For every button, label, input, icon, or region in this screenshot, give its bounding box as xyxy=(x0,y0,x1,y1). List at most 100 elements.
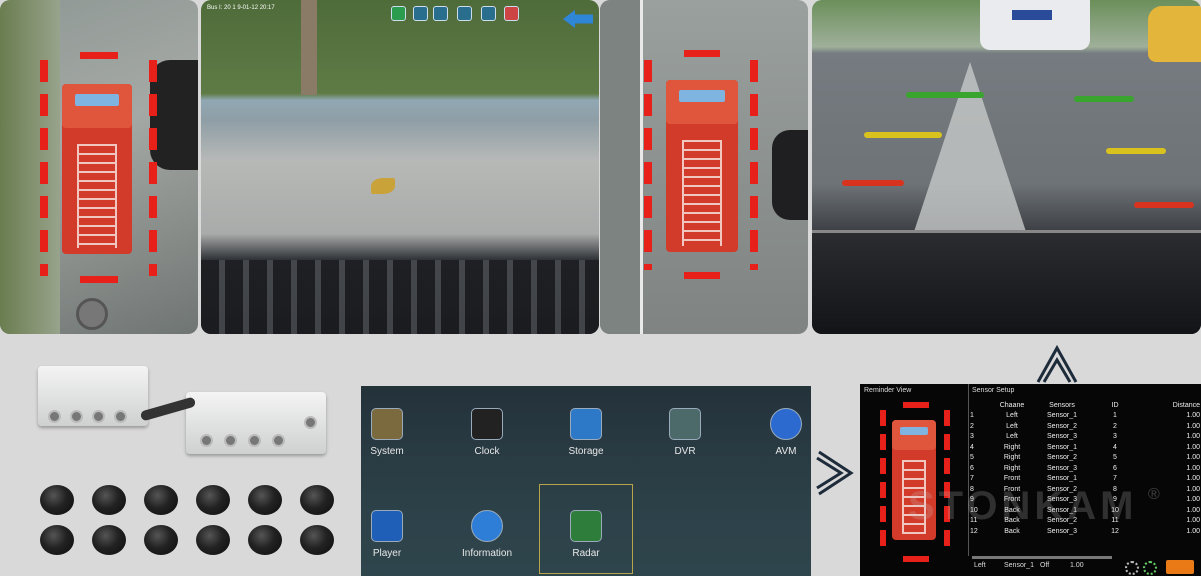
radar-sensor xyxy=(196,525,230,555)
progress-track xyxy=(972,556,1112,559)
table-cell: 6 xyxy=(970,464,974,472)
table-cell: Left xyxy=(1006,422,1018,430)
player-icon xyxy=(371,510,403,542)
table-row[interactable]: 1 Left Sensor_1 1 1.00 xyxy=(970,411,1200,422)
screen-divider xyxy=(968,384,969,556)
guide-line-red xyxy=(842,180,904,186)
alert-dash-front xyxy=(80,52,118,59)
chevron-right-icon xyxy=(816,450,854,496)
alert-dash-rear xyxy=(684,272,720,279)
menu-item-avm[interactable]: AVM xyxy=(746,408,826,457)
camera-icon[interactable] xyxy=(413,6,428,21)
menu-item-clock[interactable]: Clock xyxy=(447,408,527,457)
table-row[interactable]: 4 Right Sensor_1 4 1.00 xyxy=(970,442,1200,453)
alert-dash-left xyxy=(40,60,48,276)
tree-trunk xyxy=(301,0,317,95)
table-cell: 6 xyxy=(1113,464,1117,472)
status-sensor: Sensor_1 xyxy=(1004,562,1034,569)
adjacent-car xyxy=(772,130,808,220)
lane-edge xyxy=(600,0,643,334)
camera-icon[interactable] xyxy=(457,6,472,21)
table-cell: 1.00 xyxy=(1186,433,1200,441)
menu-item-dvr[interactable]: DVR xyxy=(645,408,725,457)
table-cell: 2 xyxy=(970,422,974,430)
table-cell: Sensor_2 xyxy=(1047,422,1077,430)
table-cell: Sensor_3 xyxy=(1047,464,1077,472)
table-cell: 4 xyxy=(970,443,974,451)
rear-bumper xyxy=(812,230,1201,334)
table-cell: 1.00 xyxy=(1186,527,1200,535)
menu-item-information[interactable]: Information xyxy=(447,510,527,559)
table-cell: Left xyxy=(1006,433,1018,441)
alert-dash-left xyxy=(880,410,886,554)
table-row[interactable]: 5 Right Sensor_2 5 1.00 xyxy=(970,453,1200,464)
status-channel: Left xyxy=(974,562,986,569)
adjacent-car xyxy=(150,60,198,170)
status-value: 1.00 xyxy=(1070,562,1084,569)
grid-icon[interactable] xyxy=(504,6,519,21)
radar-sensor xyxy=(92,485,126,515)
table-row[interactable]: 7 Front Sensor_1 7 1.00 xyxy=(970,474,1200,485)
guide-line-green xyxy=(906,92,984,98)
table-cell: Right xyxy=(1003,464,1021,472)
roadside-bushes xyxy=(0,0,60,334)
table-header-row: Chaane Sensors ID Distance xyxy=(999,401,1200,409)
table-cell: 3 xyxy=(970,433,974,441)
sensor-setup-title: Sensor Setup xyxy=(972,387,1015,394)
radar-sensor xyxy=(300,485,334,515)
table-row[interactable]: 3 Left Sensor_3 3 1.00 xyxy=(970,432,1200,443)
video-icon[interactable] xyxy=(391,6,406,21)
gear-icon[interactable] xyxy=(1143,561,1157,575)
menu-item-storage[interactable]: Storage xyxy=(546,408,626,457)
camera-icon[interactable] xyxy=(481,6,496,21)
alert-dash-right xyxy=(750,60,758,270)
radar-sensor xyxy=(300,525,334,555)
main-menu-screen: System Clock Storage DVR AVM Player Info… xyxy=(361,386,811,576)
menu-item-system[interactable]: System xyxy=(347,408,427,457)
table-cell: 1.00 xyxy=(1186,506,1200,514)
table-cell: 1.00 xyxy=(1186,517,1200,525)
clock-icon xyxy=(471,408,503,440)
guide-line-red xyxy=(1134,202,1194,208)
table-row[interactable]: 6 Right Sensor_3 6 1.00 xyxy=(970,463,1200,474)
radar-sensor xyxy=(248,525,282,555)
enter-button[interactable] xyxy=(1166,560,1194,574)
osd-timestamp: Bus I: 20 1 9-01-12 20:17 xyxy=(207,5,275,11)
table-cell: Right xyxy=(1003,443,1021,451)
alert-dash-front xyxy=(684,50,720,57)
table-cell: 3 xyxy=(1113,433,1117,441)
avm-icon xyxy=(770,408,802,440)
control-box-2 xyxy=(186,392,326,454)
table-cell: 2 xyxy=(1113,422,1117,430)
alert-dash-right xyxy=(944,410,950,554)
chevron-up-icon xyxy=(1036,344,1078,383)
license-plate xyxy=(1012,10,1052,20)
truck-top-view-icon xyxy=(62,84,132,254)
table-cell: Sensor_1 xyxy=(1047,475,1077,483)
radar-sensor xyxy=(196,485,230,515)
table-cell: 1 xyxy=(970,412,974,420)
alert-dash-right xyxy=(149,60,157,276)
left-camera-view xyxy=(0,0,198,334)
system-icon xyxy=(371,408,403,440)
manhole-cover xyxy=(76,298,108,330)
truck-top-view-icon xyxy=(666,80,738,252)
radar-sensor xyxy=(248,485,282,515)
alert-dash-left xyxy=(644,60,652,270)
radar-sensor xyxy=(40,525,74,555)
table-cell: 5 xyxy=(1113,454,1117,462)
registered-mark: ® xyxy=(1148,486,1160,503)
table-cell: 1.00 xyxy=(1186,464,1200,472)
settings-gear-icon[interactable] xyxy=(1125,561,1139,575)
guide-line-green xyxy=(1074,96,1134,102)
table-cell: Sensor_2 xyxy=(1047,454,1077,462)
front-camera-view: Bus I: 20 1 9-01-12 20:17 xyxy=(201,0,599,334)
taxi xyxy=(1148,6,1201,62)
menu-item-radar[interactable]: Radar xyxy=(546,510,626,559)
table-row[interactable]: 2 Left Sensor_2 2 1.00 xyxy=(970,421,1200,432)
camera-icon[interactable] xyxy=(433,6,448,21)
status-state: Off xyxy=(1040,562,1050,569)
car-ahead xyxy=(980,0,1090,50)
menu-item-player[interactable]: Player xyxy=(347,510,427,559)
back-arrow-icon[interactable] xyxy=(563,10,593,28)
